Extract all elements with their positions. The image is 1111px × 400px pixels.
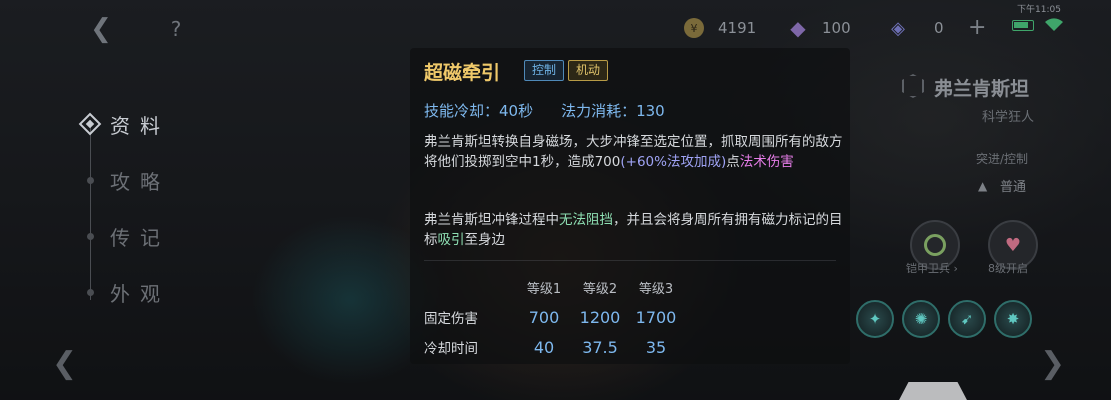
difficulty-icon: ▲ xyxy=(978,178,988,193)
skill-tag-control: 控制 xyxy=(524,60,565,81)
hero-detail-nav: 资料 攻略 传记 外观 xyxy=(76,96,196,320)
desc-keyword: 吸引 xyxy=(437,232,465,248)
nav-item-label: 资料 xyxy=(110,113,170,138)
prev-hero-arrow-icon[interactable]: ❮ xyxy=(52,346,77,381)
nav-item-label: 攻略 xyxy=(110,169,170,194)
skill-2-icon[interactable]: ➹ xyxy=(948,300,986,338)
row-value: 37.5 xyxy=(582,337,618,357)
gold-currency: ¥ 4191 xyxy=(684,14,756,42)
table-row: 固定伤害 700 1200 1700 xyxy=(424,302,684,332)
coin-icon: ¥ xyxy=(684,18,704,38)
guard-medal-icon xyxy=(924,234,946,256)
skill-1-icon[interactable]: ✺ xyxy=(902,300,940,338)
hero-title: 科学狂人 xyxy=(982,110,1035,125)
hero-name: 弗兰肯斯坦 xyxy=(934,78,1030,100)
back-button[interactable]: ❮ xyxy=(86,14,116,44)
skill-mana-cost: 法力消耗：130 xyxy=(561,102,665,120)
row-label: 固定伤害 xyxy=(424,311,478,327)
level-header: 等级2 xyxy=(582,281,618,297)
nav-item-label: 外观 xyxy=(110,281,170,306)
nav-item-biography[interactable]: 传记 xyxy=(76,208,196,264)
status-time: 下午11:05 xyxy=(1017,5,1061,15)
skill-detail-panel: 超磁牵引 控制 机动 技能冷却：40秒 法力消耗：130 弗兰肯斯坦转换自身磁场，… xyxy=(410,48,850,364)
selected-diamond-icon xyxy=(78,112,102,136)
level-header: 等级3 xyxy=(638,281,674,297)
desc-text: 点 xyxy=(726,154,740,170)
level-header-row: 等级1 等级2 等级3 xyxy=(424,272,684,302)
row-value: 700 xyxy=(528,307,560,327)
ultimate-skill-icon[interactable]: ✸ xyxy=(994,300,1032,338)
level-header: 等级1 xyxy=(526,281,562,297)
ticket-amount: 0 xyxy=(934,19,944,37)
passive-skill-icon[interactable]: ✦ xyxy=(856,300,894,338)
nav-dot-icon xyxy=(87,232,94,240)
desc-text: 至身边 xyxy=(464,232,506,248)
diamond-icon: ◆ xyxy=(790,16,806,40)
gem-currency: ◆ 100 xyxy=(788,14,851,42)
bottom-tab-shape xyxy=(898,382,968,400)
battery-icon xyxy=(1012,20,1034,31)
skill-level-table: 等级1 等级2 等级3 固定伤害 700 1200 1700 冷却时间 40 3… xyxy=(424,272,684,362)
nav-item-guide[interactable]: 攻略 xyxy=(76,152,196,208)
desc-scaling: (+60%法攻加成) xyxy=(620,154,727,170)
wifi-icon xyxy=(1044,18,1064,32)
difficulty-label: 普通 xyxy=(1000,180,1027,195)
panel-divider xyxy=(424,260,836,261)
nav-item-profile[interactable]: 资料 xyxy=(76,96,196,152)
ticket-currency: ◈ 0 xyxy=(888,14,944,42)
skill-cooldown: 技能冷却：40秒 xyxy=(424,102,534,120)
nav-item-label: 传记 xyxy=(110,225,170,250)
nav-dot-icon xyxy=(87,288,94,296)
row-value: 1700 xyxy=(635,307,677,327)
gem-amount: 100 xyxy=(822,19,851,37)
desc-text: 弗兰肯斯坦冲锋过程中 xyxy=(424,212,559,228)
skill-tag-mobility: 机动 xyxy=(568,60,609,81)
table-row: 冷却时间 40 37.5 35 xyxy=(424,332,684,362)
desc-keyword: 无法阻挡 xyxy=(559,212,613,228)
skill-description-1: 弗兰肯斯坦转换自身磁场，大步冲锋至选定位置，抓取周围所有的敌方将他们投掷到空中1… xyxy=(424,132,844,172)
skill-name: 超磁牵引 xyxy=(424,62,501,84)
row-value: 35 xyxy=(645,337,667,357)
crystal-icon: ◈ xyxy=(891,17,905,39)
unlock-level-label: 8级开启 xyxy=(988,262,1028,275)
nav-item-skins[interactable]: 外观 xyxy=(76,264,196,320)
next-hero-arrow-icon[interactable]: ❯ xyxy=(1040,346,1065,381)
skill-description-2: 弗兰肯斯坦冲锋过程中无法阻挡，并且会将身周所有拥有磁力标记的目标吸引至身边 xyxy=(424,210,844,250)
hero-role: 突进/控制 xyxy=(976,152,1029,166)
chevron-left-icon: ❮ xyxy=(90,14,112,44)
desc-damage-type: 法术伤害 xyxy=(739,154,794,170)
armor-guard-label[interactable]: 铠甲卫兵 › xyxy=(906,260,958,276)
nav-dot-icon xyxy=(87,176,94,184)
add-currency-button[interactable]: + xyxy=(968,14,986,42)
skill-tags: 控制 机动 xyxy=(524,60,609,81)
skill-stats: 技能冷却：40秒 法力消耗：130 xyxy=(424,100,693,121)
row-label: 冷却时间 xyxy=(424,341,478,357)
heart-icon: ♥ xyxy=(1004,234,1022,256)
hero-difficulty: ▲ 普通 xyxy=(978,176,1027,196)
skill-icon-bar: ✦ ✺ ➹ ✸ xyxy=(856,300,1032,338)
row-value: 40 xyxy=(533,337,555,357)
gold-amount: 4191 xyxy=(718,19,757,37)
help-button[interactable]: ? xyxy=(164,14,188,44)
row-value: 1200 xyxy=(579,307,621,327)
